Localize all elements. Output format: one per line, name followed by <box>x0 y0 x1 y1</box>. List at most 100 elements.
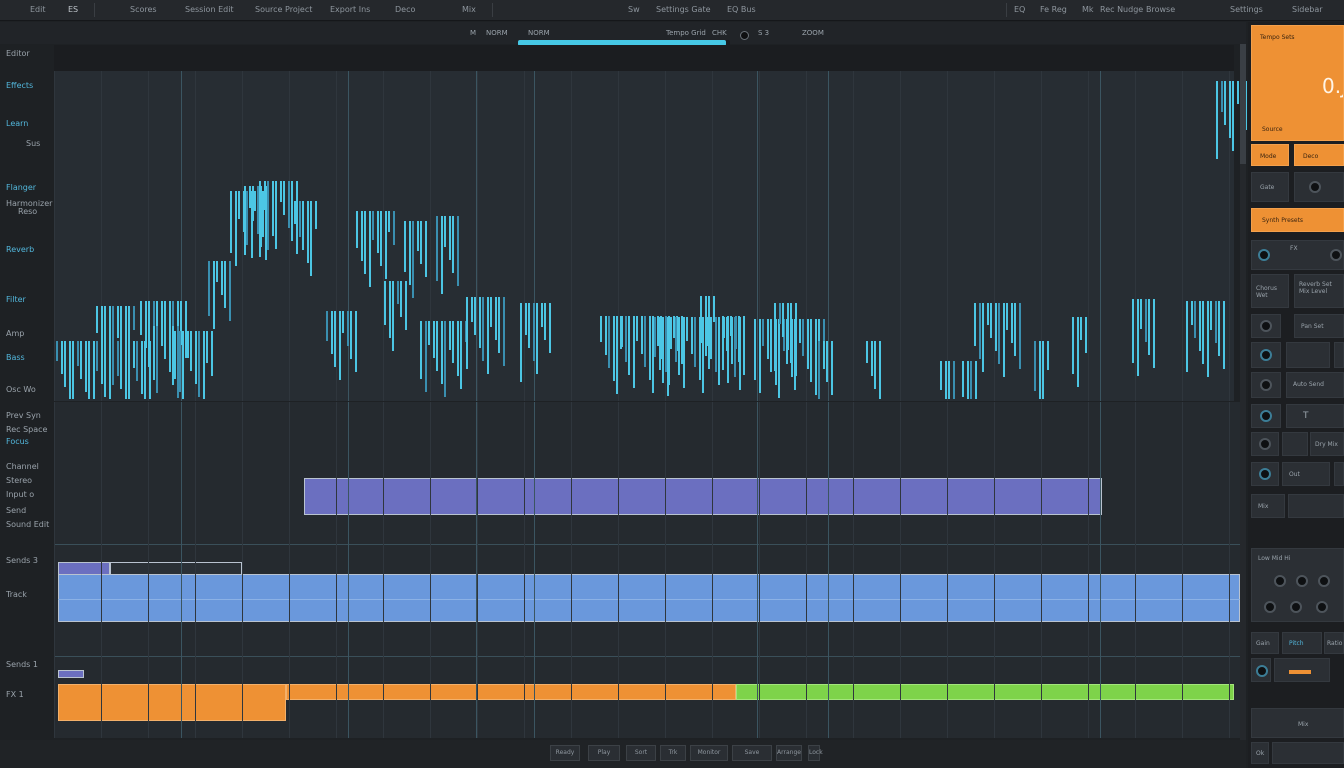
midi-note[interactable] <box>1148 299 1150 355</box>
auto-knob-icon[interactable] <box>1260 379 1272 391</box>
track-label-amp[interactable]: Amp <box>6 329 24 338</box>
midi-note[interactable] <box>364 211 366 274</box>
midi-note[interactable] <box>987 303 989 325</box>
midi-note[interactable] <box>420 321 422 379</box>
midi-note[interactable] <box>810 319 812 382</box>
tempo-grid-label[interactable]: Tempo Grid <box>666 29 706 37</box>
midi-note[interactable] <box>970 361 972 399</box>
midi-note[interactable] <box>738 316 740 362</box>
midi-note[interactable] <box>302 201 304 250</box>
midi-note[interactable] <box>702 317 704 393</box>
timeline-ruler[interactable] <box>54 45 1234 71</box>
dry-empty-box[interactable] <box>1282 432 1308 456</box>
midi-note[interactable] <box>962 361 964 397</box>
midi-note[interactable] <box>195 331 197 384</box>
menu-item-session-edit[interactable]: Session Edit <box>185 5 234 14</box>
midi-note[interactable] <box>259 181 261 257</box>
midi-note[interactable] <box>1140 299 1142 329</box>
midi-note[interactable] <box>625 316 627 362</box>
midi-note[interactable] <box>409 221 411 285</box>
chorus-block[interactable]: Chorus Wet <box>1251 274 1289 308</box>
midi-note[interactable] <box>441 216 443 294</box>
midi-note[interactable] <box>307 201 309 263</box>
midi-note[interactable] <box>174 331 176 379</box>
midi-note[interactable] <box>628 316 630 375</box>
midi-note[interactable] <box>940 361 942 390</box>
menu-item-eq[interactable]: EQ <box>1014 5 1025 14</box>
midi-note[interactable] <box>641 316 643 354</box>
midi-note[interactable] <box>283 181 285 215</box>
clip-blue-region[interactable] <box>58 574 1240 622</box>
midi-note[interactable] <box>444 321 446 397</box>
eq-hi-knob-icon[interactable] <box>1318 575 1330 587</box>
midi-note[interactable] <box>495 297 497 340</box>
midi-note[interactable] <box>384 281 386 325</box>
midi-note[interactable] <box>1229 81 1231 138</box>
midi-note[interactable] <box>252 186 254 221</box>
midi-note[interactable] <box>605 316 607 355</box>
midi-note[interactable] <box>144 341 146 399</box>
midi-note[interactable] <box>457 216 459 286</box>
midi-note[interactable] <box>683 317 685 388</box>
midi-note[interactable] <box>1210 301 1212 330</box>
midi-note[interactable] <box>654 317 656 357</box>
eq-gain-a-knob-icon[interactable] <box>1264 601 1276 613</box>
midi-note[interactable] <box>1237 81 1239 104</box>
midi-note[interactable] <box>759 319 761 393</box>
status-monitor-button[interactable]: Monitor <box>690 745 728 761</box>
transport-mode-b[interactable]: NORM <box>528 29 550 37</box>
midi-note[interactable] <box>296 181 298 254</box>
midi-note[interactable] <box>787 303 789 350</box>
menu-item-eq-bus[interactable]: EQ Bus <box>727 5 756 14</box>
midi-note[interactable] <box>412 221 414 298</box>
track-label-flanger[interactable]: Flanger <box>6 183 36 192</box>
midi-note[interactable] <box>372 211 374 240</box>
track-label-track[interactable]: Track <box>6 590 27 599</box>
midi-note[interactable] <box>216 261 218 282</box>
track-label-sends-1[interactable]: Sends 1 <box>6 660 38 669</box>
menu-item-mix[interactable]: Mix <box>462 5 476 14</box>
midi-note[interactable] <box>400 281 402 317</box>
gate-box[interactable]: Gate <box>1251 172 1289 202</box>
midi-note[interactable] <box>238 191 240 219</box>
midi-note[interactable] <box>636 316 638 341</box>
midi-note[interactable] <box>310 201 312 276</box>
status-ready-button[interactable]: Ready <box>550 745 580 761</box>
midi-note[interactable] <box>380 211 382 266</box>
status-play-button[interactable]: Play <box>588 745 620 761</box>
midi-note[interactable] <box>128 306 130 377</box>
midi-note[interactable] <box>541 303 543 327</box>
menu-item-source-project[interactable]: Source Project <box>255 5 312 14</box>
midi-note[interactable] <box>404 221 406 272</box>
t-knob-icon[interactable] <box>1260 410 1272 422</box>
midi-note[interactable] <box>377 211 379 253</box>
tempo-display[interactable]: Tempo Sets 0.J Source <box>1251 25 1344 141</box>
midi-note[interactable] <box>1232 81 1234 151</box>
ok-field[interactable] <box>1272 742 1344 764</box>
send-indicator[interactable] <box>1334 342 1344 368</box>
track-label-learn[interactable]: Learn <box>6 119 28 128</box>
track-label-sound-edit[interactable]: Sound Edit <box>6 520 49 529</box>
send-knob-icon[interactable] <box>1260 349 1272 361</box>
mix-label[interactable]: CHK <box>712 29 727 37</box>
midi-note[interactable] <box>536 303 538 374</box>
ratio-box[interactable]: Ratio <box>1324 632 1344 654</box>
zoom-label[interactable]: ZOOM <box>802 29 824 37</box>
midi-note[interactable] <box>93 341 95 399</box>
midi-note[interactable] <box>433 321 435 358</box>
vertical-scrollbar[interactable] <box>1240 44 1246 744</box>
track-label-fx-1[interactable]: FX 1 <box>6 690 24 699</box>
midi-note[interactable] <box>1014 303 1016 356</box>
auto-knob-box[interactable] <box>1251 372 1281 398</box>
midi-note[interactable] <box>120 306 122 351</box>
midi-note[interactable] <box>807 319 809 369</box>
midi-note[interactable] <box>101 306 103 346</box>
menu-item-settings-gate[interactable]: Settings Gate <box>656 5 711 14</box>
track-label-input[interactable]: Input o <box>6 490 34 499</box>
midi-note[interactable] <box>1218 301 1220 356</box>
midi-note[interactable] <box>874 341 876 389</box>
menu-item-edit[interactable]: Edit <box>30 5 46 14</box>
fx-knob-icon[interactable] <box>1258 249 1270 261</box>
midi-note[interactable] <box>272 181 274 236</box>
midi-note[interactable] <box>190 331 192 371</box>
